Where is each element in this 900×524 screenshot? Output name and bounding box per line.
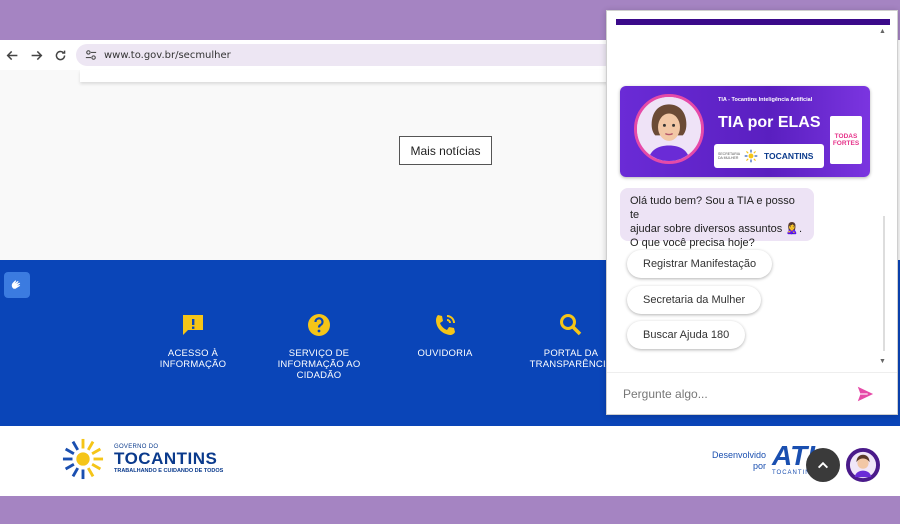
gov-name: TOCANTINS — [114, 449, 218, 468]
footer-item-acesso-informacao[interactable]: ACESSO À INFORMAÇÃO — [138, 312, 248, 370]
chat-header-bar — [616, 19, 890, 25]
news-card-edge — [80, 70, 620, 82]
chat-scroll-up-icon[interactable]: ▲ — [879, 28, 886, 35]
chat-panel: ▲ ▼ TIA - Tocantins Inteligência Artific… — [606, 10, 898, 415]
scroll-to-top-button[interactable] — [806, 448, 840, 482]
banner-title: TIA por ELAS — [718, 114, 821, 131]
alert-icon — [180, 312, 206, 338]
banner-logos: SECRETARIA DA MULHER TOCANTINS — [714, 144, 824, 168]
chat-scroll-down-icon[interactable]: ▼ — [879, 358, 886, 365]
gov-slogan: TRABALHANDO E CUIDANDO DE TODOS — [114, 468, 224, 474]
gov-bottom-bar: GOVERNO DO TOCANTINS TRABALHANDO E CUIDA… — [0, 426, 900, 496]
option-secretaria-da-mulher[interactable]: Secretaria da Mulher — [627, 286, 762, 314]
sun-logo-icon — [62, 438, 104, 480]
footer-item-label: SERVIÇO DE INFORMAÇÃO AO CIDADÃO — [277, 348, 361, 381]
chevron-up-icon — [817, 461, 829, 469]
sun-logo-icon — [744, 149, 758, 163]
greeting-line-2: ajudar sobre diversos assuntos 🙎‍♀️. — [630, 223, 803, 235]
phone-icon — [432, 312, 458, 338]
greeting-line-3: O que você precisa hoje? — [630, 237, 755, 249]
reload-button[interactable] — [48, 43, 72, 67]
developed-by-label: Desenvolvido por — [711, 450, 766, 471]
footer-item-sic[interactable]: SERVIÇO DE INFORMAÇÃO AO CIDADÃO — [264, 312, 374, 381]
badge-text: TODAS FORTES — [832, 133, 860, 147]
assistant-avatar-icon — [849, 451, 877, 479]
chat-toggle-button[interactable] — [844, 446, 882, 484]
url-text: www.to.gov.br/secmulher — [104, 49, 231, 61]
gov-logo-text: GOVERNO DO TOCANTINS TRABALHANDO E CUIDA… — [114, 444, 223, 474]
greeting-line-1: Olá tudo bem? Sou a TIA e posso te — [630, 195, 795, 221]
address-bar[interactable]: www.to.gov.br/secmulher — [76, 44, 616, 66]
banner-logo-small: SECRETARIA DA MULHER — [718, 152, 740, 160]
arrow-right-icon — [31, 50, 42, 60]
banner-kicker: TIA - Tocantins Inteligência Artificial — [718, 97, 813, 103]
chat-scrollbar[interactable] — [883, 216, 885, 351]
hands-icon — [11, 280, 21, 289]
more-news-button[interactable]: Mais notícias — [399, 136, 492, 165]
option-buscar-ajuda-180[interactable]: Buscar Ajuda 180 — [627, 321, 746, 349]
send-button[interactable] — [855, 384, 875, 404]
chat-input-area — [607, 372, 897, 414]
send-icon — [857, 386, 874, 402]
reload-icon — [55, 50, 65, 60]
footer-item-label: OUVIDORIA — [417, 348, 473, 359]
option-registrar-manifestacao[interactable]: Registrar Manifestação — [627, 250, 773, 278]
sign-language-button[interactable] — [4, 272, 30, 298]
site-settings-icon[interactable] — [84, 48, 98, 62]
forward-button[interactable] — [24, 43, 48, 67]
gov-logo[interactable]: GOVERNO DO TOCANTINS TRABALHANDO E CUIDA… — [62, 438, 223, 480]
banner-logo-name: TOCANTINS — [764, 151, 814, 161]
assistant-message: Olá tudo bem? Sou a TIA e posso te ajuda… — [620, 188, 814, 249]
search-icon — [558, 312, 584, 338]
footer-item-ouvidoria[interactable]: OUVIDORIA — [390, 312, 500, 359]
chat-input[interactable] — [623, 386, 843, 401]
question-icon — [306, 312, 332, 338]
tia-avatar-icon — [634, 94, 704, 164]
tia-banner: TIA - Tocantins Inteligência Artificial … — [620, 86, 870, 177]
arrow-left-icon — [6, 50, 17, 60]
back-button[interactable] — [0, 43, 24, 67]
footer-item-label: ACESSO À INFORMAÇÃO — [159, 348, 227, 370]
todas-fortes-badge: TODAS FORTES — [830, 116, 862, 164]
